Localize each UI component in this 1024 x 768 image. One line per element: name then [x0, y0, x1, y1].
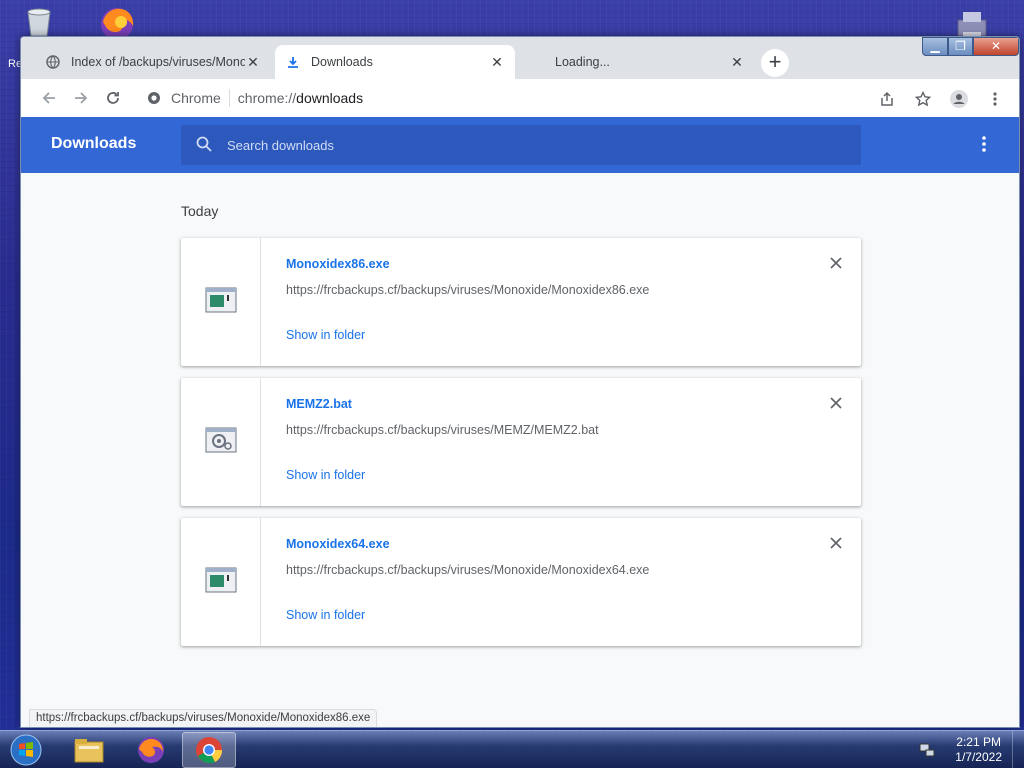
file-source-url[interactable]: https://frcbackups.cf/backups/viruses/Mo…: [286, 563, 649, 577]
file-icon-column: [181, 238, 261, 366]
file-source-url[interactable]: https://frcbackups.cf/backups/viruses/ME…: [286, 423, 599, 437]
file-name-link[interactable]: MEMZ2.bat: [286, 397, 352, 411]
tab-title: Loading...: [555, 55, 610, 69]
file-icon-column: [181, 378, 261, 506]
minimize-button[interactable]: ▁: [922, 37, 948, 56]
more-options-icon[interactable]: [981, 135, 989, 155]
start-button[interactable]: [6, 733, 46, 767]
browser-toolbar: Chrome chrome:// downloads: [21, 79, 1019, 117]
network-icon[interactable]: [918, 741, 936, 759]
tab-index[interactable]: Index of /backups/viruses/Monoxide ✕: [35, 45, 271, 79]
close-icon[interactable]: ✕: [245, 54, 261, 70]
download-item: Monoxidex86.exe https://frcbackups.cf/ba…: [181, 238, 861, 366]
file-explorer-icon[interactable]: [62, 732, 116, 768]
search-placeholder: Search downloads: [227, 137, 334, 153]
url-scheme: chrome://: [237, 90, 297, 106]
recycle-bin-icon[interactable]: [22, 6, 56, 38]
close-icon[interactable]: [829, 256, 843, 270]
batch-file-icon: [205, 427, 237, 458]
tab-downloads[interactable]: Downloads ✕: [275, 45, 515, 79]
profile-icon[interactable]: [943, 83, 975, 115]
chrome-icon: [147, 91, 161, 105]
site-label: Chrome: [171, 90, 221, 106]
chrome-icon[interactable]: [182, 732, 236, 768]
file-source-url[interactable]: https://frcbackups.cf/backups/viruses/Mo…: [286, 283, 649, 297]
file-name-link[interactable]: Monoxidex64.exe: [286, 537, 390, 551]
system-clock[interactable]: 2:21 PM 1/7/2022: [955, 735, 1002, 765]
new-tab-button[interactable]: +: [761, 49, 789, 77]
show-in-folder-link[interactable]: Show in folder: [286, 608, 365, 622]
close-icon[interactable]: [829, 536, 843, 550]
clock-time: 2:21 PM: [956, 735, 1001, 749]
tab-title: Index of /backups/viruses/Monoxide: [71, 55, 245, 69]
show-in-folder-link[interactable]: Show in folder: [286, 328, 365, 342]
tab-title: Downloads: [311, 55, 373, 69]
exe-file-icon: [205, 567, 237, 598]
toolbar-actions: [871, 83, 1011, 115]
file-name-link[interactable]: Monoxidex86.exe: [286, 257, 390, 271]
download-item: MEMZ2.bat https://frcbackups.cf/backups/…: [181, 378, 861, 506]
show-desktop-button[interactable]: [1012, 731, 1024, 768]
search-downloads-input[interactable]: Search downloads: [181, 125, 861, 165]
taskbar: 2:21 PM 1/7/2022: [0, 730, 1024, 768]
browser-menu-icon[interactable]: [979, 83, 1011, 115]
clock-date: 1/7/2022: [955, 750, 1002, 764]
tab-strip: Index of /backups/viruses/Monoxide ✕ Dow…: [21, 37, 1019, 79]
bookmark-star-icon[interactable]: [907, 83, 939, 115]
close-window-button[interactable]: ✕: [973, 37, 1019, 56]
search-icon: [195, 135, 215, 155]
browser-window: Index of /backups/viruses/Monoxide ✕ Dow…: [20, 36, 1020, 728]
share-icon[interactable]: [871, 83, 903, 115]
omnibox-divider: [228, 89, 230, 107]
close-icon[interactable]: ✕: [489, 54, 505, 70]
page-title: Downloads: [51, 135, 137, 152]
window-controls: ▁ ❐ ✕: [922, 37, 1019, 56]
download-item: Monoxidex64.exe https://frcbackups.cf/ba…: [181, 518, 861, 646]
show-in-folder-link[interactable]: Show in folder: [286, 468, 365, 482]
file-icon-column: [181, 518, 261, 646]
exe-file-icon: [205, 287, 237, 318]
downloads-page: Downloads Search downloads Today Monoxid…: [21, 117, 1019, 727]
url-path: downloads: [296, 90, 364, 106]
back-icon[interactable]: [33, 82, 65, 114]
maximize-button[interactable]: ❐: [948, 37, 973, 56]
link-status-bubble: https://frcbackups.cf/backups/viruses/Mo…: [29, 709, 378, 727]
date-section-label: Today: [181, 203, 219, 219]
reload-icon[interactable]: [97, 82, 129, 114]
downloads-header: Downloads Search downloads: [21, 117, 1019, 173]
address-bar[interactable]: Chrome chrome:// downloads: [137, 83, 869, 113]
globe-icon: [45, 54, 61, 70]
firefox-icon[interactable]: [124, 732, 178, 768]
forward-icon[interactable]: [65, 82, 97, 114]
loading-spinner-icon: [529, 54, 545, 70]
close-icon[interactable]: ✕: [729, 54, 745, 70]
download-icon: [285, 54, 301, 70]
close-icon[interactable]: [829, 396, 843, 410]
tab-loading[interactable]: Loading... ✕: [519, 45, 755, 79]
